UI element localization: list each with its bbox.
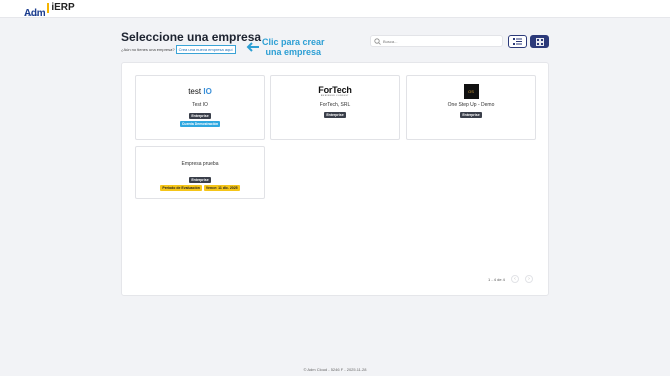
company-logo: ForTech BUSINESS CONSULT — [318, 83, 352, 99]
no-company-text: ¿Aún no tienes una empresa? — [121, 47, 175, 52]
hint-line-2: una empresa — [265, 47, 322, 57]
fortech-logo-tagline: BUSINESS CONSULT — [320, 95, 350, 97]
badge-row: Enterprise — [460, 112, 482, 118]
plan-badge: Enterprise — [324, 112, 346, 118]
search-box[interactable] — [370, 35, 503, 47]
fortech-logo: ForTech — [318, 85, 352, 95]
pagination-info: 1 - 4 de 4 — [488, 276, 505, 282]
trial-badges: Periodo de Evaluación Vence: 11 dic. 202… — [160, 185, 240, 191]
app-logo[interactable]: Adm CLOUD iERP — [24, 3, 75, 21]
no-company-prompt: ¿Aún no tienes una empresa? Crea una nue… — [121, 45, 236, 54]
trial-period-badge: Periodo de Evaluación — [160, 185, 202, 191]
test-io-logo: test IO — [188, 86, 212, 96]
previous-page-button[interactable]: ‹ — [510, 275, 519, 283]
badge-row: Enterprise — [324, 112, 346, 118]
hint-text: Clic para crear una empresa — [262, 37, 325, 57]
grid-view-icon — [535, 37, 544, 46]
arrow-left-icon — [246, 42, 259, 52]
company-logo: OS — [463, 83, 479, 99]
search-input[interactable] — [383, 37, 493, 45]
page-title: Seleccione una empresa — [121, 30, 262, 44]
search-icon — [374, 37, 381, 45]
expiry-badge: Vence: 11 dic. 2025 — [203, 185, 240, 191]
badge-row: Enterprise Cuenta Demostración — [179, 113, 221, 127]
company-card-test-io[interactable]: test IO Test IO Enterprise Cuenta Demost… — [135, 75, 265, 140]
logo-cloud-text: CLOUD — [25, 13, 39, 17]
company-logo: test IO — [188, 83, 212, 99]
pagination: 1 - 4 de 4 ‹ › — [488, 275, 533, 283]
next-page-button[interactable]: › — [524, 275, 533, 283]
grid-view-button[interactable] — [530, 35, 549, 48]
company-card-one-step-up[interactable]: OS One Step Up - Demo Enterprise — [406, 75, 536, 140]
logo-divider — [47, 3, 50, 13]
footer-text: © Adm Cloud - 5246 F - 2025.11.28 — [303, 367, 367, 372]
list-view-button[interactable] — [508, 35, 527, 48]
list-view-icon — [513, 38, 522, 45]
demo-account-badge: Cuenta Demostración — [179, 121, 221, 127]
logo-ierp-text: iERP — [51, 2, 75, 13]
plan-badge: Enterprise — [189, 113, 211, 119]
company-name: ForTech, SRL — [319, 102, 351, 108]
plan-badge: Enterprise — [460, 112, 482, 118]
top-bar: Adm CLOUD iERP — [0, 0, 670, 21]
company-name: Empresa prueba — [181, 161, 219, 167]
company-card-empresa-prueba[interactable]: Empresa prueba Enterprise Periodo de Eva… — [135, 146, 265, 199]
company-card-fortech[interactable]: ForTech BUSINESS CONSULT ForTech, SRL En… — [270, 75, 400, 140]
companies-panel: test IO Test IO Enterprise Cuenta Demost… — [121, 62, 549, 296]
create-company-hint: Clic para crear una empresa — [246, 37, 325, 57]
company-name: One Step Up - Demo — [447, 102, 495, 108]
plan-badge: Enterprise — [189, 177, 211, 183]
create-company-link[interactable]: Crea una nueva empresa aquí — [175, 45, 236, 54]
badge-row: Enterprise Periodo de Evaluación Vence: … — [160, 177, 240, 191]
company-name: Test IO — [192, 102, 208, 108]
one-step-up-logo: OS — [463, 83, 479, 99]
hint-line-1: Clic para crear — [262, 37, 325, 47]
